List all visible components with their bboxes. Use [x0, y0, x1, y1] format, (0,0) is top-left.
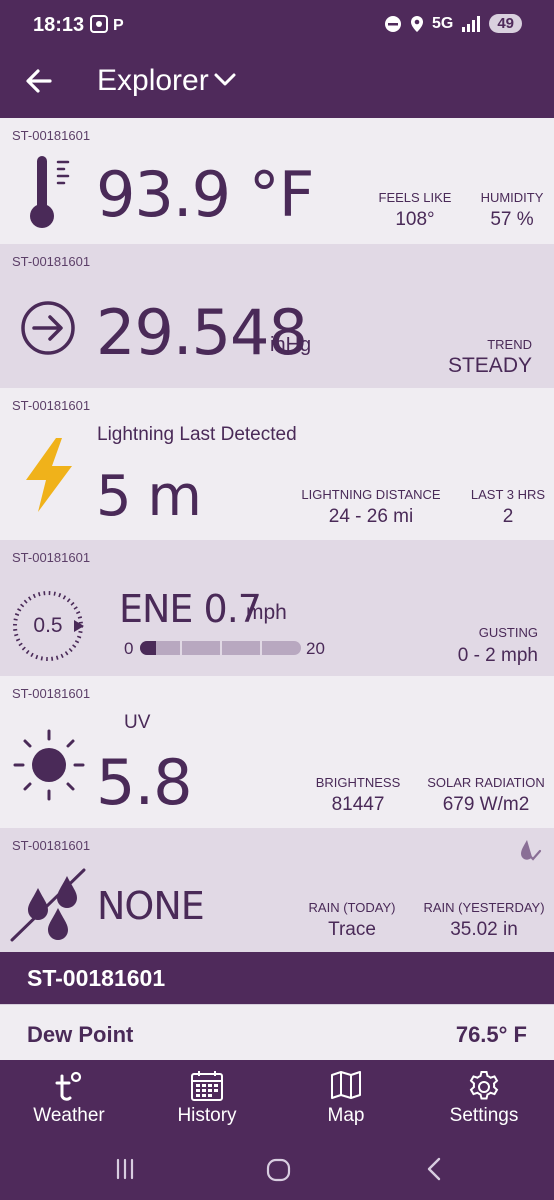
- nav-history-label: History: [177, 1105, 237, 1126]
- gusting-value: 0 - 2 mph: [457, 645, 538, 666]
- nav-settings[interactable]: Settings: [424, 1060, 544, 1140]
- status-right: 5G 49: [384, 14, 522, 33]
- nav-settings-label: Settings: [449, 1105, 519, 1126]
- pressure-value: 29.548: [96, 296, 308, 369]
- wind-scale-min: 0: [124, 639, 134, 658]
- nav-history[interactable]: History: [147, 1060, 267, 1140]
- temperature-card[interactable]: ST-00181601 93.9 °F FEELS LIKE 108° HUMI…: [0, 118, 554, 244]
- map-icon: [331, 1071, 361, 1099]
- app-bar: Explorer: [0, 52, 554, 118]
- wind-gust-bar: [140, 641, 301, 655]
- station-id: ST-00181601: [12, 128, 91, 143]
- svg-text:P: P: [113, 17, 124, 34]
- wind-bar-divider: [260, 641, 262, 655]
- wind-gust-fill: [140, 641, 157, 655]
- chevron-down-icon[interactable]: [213, 70, 237, 90]
- wind-bar-divider: [180, 641, 182, 655]
- nav-weather-label: Weather: [33, 1105, 105, 1126]
- status-bar: 18:13 P 5G 49: [0, 0, 554, 52]
- device-section-header: ST-00181601: [0, 952, 554, 1004]
- pressure-trend-arrow-icon: [21, 301, 75, 355]
- calendar-icon: [191, 1071, 223, 1101]
- temperature-value: 93.9 °F: [96, 158, 314, 231]
- station-id: ST-00181601: [12, 838, 91, 853]
- tempest-logo-icon: [55, 1071, 82, 1101]
- uv-card[interactable]: ST-00181601 UV 5.8 BRIGHTNESS 81447 SOLA…: [0, 676, 554, 828]
- status-time: 18:13: [33, 14, 85, 36]
- pressure-unit: inHg: [270, 334, 312, 356]
- back-nav-icon[interactable]: [424, 1156, 444, 1182]
- wind-dial-value: 0.5: [33, 614, 63, 637]
- uv-value: 5.8: [96, 746, 193, 819]
- nav-weather[interactable]: Weather: [9, 1060, 129, 1140]
- rain-today-label: RAIN (TODAY): [308, 900, 396, 915]
- lightning-caption: Lightning Last Detected: [97, 424, 297, 445]
- last-3-hrs-value: 2: [502, 506, 514, 527]
- feels-like-label: FEELS LIKE: [378, 190, 452, 205]
- rain-yesterday-label: RAIN (YESTERDAY): [423, 900, 545, 915]
- rain-today-value: Trace: [328, 919, 376, 940]
- last-3-hrs-label: LAST 3 HRS: [470, 487, 546, 502]
- dew-point-label: Dew Point: [27, 1022, 134, 1047]
- gusting-label: GUSTING: [478, 625, 538, 640]
- rain-drops-icon: [10, 868, 86, 942]
- signal-icon: [462, 15, 481, 32]
- station-id: ST-00181601: [12, 398, 91, 413]
- wind-direction-dial: 0.5: [12, 590, 84, 662]
- dew-point-value: 76.5° F: [455, 1022, 527, 1047]
- uv-caption: UV: [124, 712, 151, 733]
- network-type: 5G: [431, 14, 454, 32]
- status-notification-icons: P: [90, 14, 134, 39]
- lightning-distance-label: LIGHTNING DISTANCE: [301, 487, 441, 502]
- humidity-label: HUMIDITY: [480, 190, 544, 205]
- system-navigation-bar: [0, 1140, 554, 1200]
- nav-map[interactable]: Map: [286, 1060, 406, 1140]
- solar-radiation-value: 679 W/m2: [442, 794, 530, 815]
- screenshot-icon: P: [90, 15, 124, 34]
- dnd-icon: [384, 15, 401, 32]
- station-id: ST-00181601: [12, 686, 91, 701]
- nav-map-label: Map: [327, 1105, 365, 1126]
- wind-bar-divider: [220, 641, 222, 655]
- solar-radiation-label: SOLAR RADIATION: [427, 775, 545, 790]
- brightness-label: BRIGHTNESS: [315, 775, 401, 790]
- bottom-navigation: Weather History Map Settings: [0, 1060, 554, 1140]
- lightning-distance-value: 24 - 26 mi: [328, 506, 414, 527]
- pressure-card[interactable]: ST-00181601 29.548 inHg TREND STEADY: [0, 244, 554, 388]
- trend-value: STEADY: [447, 354, 532, 377]
- gear-icon: [469, 1071, 499, 1100]
- recent-apps-icon[interactable]: [114, 1158, 136, 1180]
- rain-value: NONE: [97, 884, 205, 928]
- home-icon[interactable]: [266, 1158, 292, 1182]
- device-name: ST-00181601: [27, 965, 166, 991]
- trend-label: TREND: [487, 337, 532, 352]
- humidity-value: 57 %: [490, 209, 534, 230]
- arrow-left-icon[interactable]: [24, 64, 54, 98]
- battery-indicator: 49: [489, 14, 522, 33]
- wind-unit: mph: [246, 601, 287, 624]
- thermometer-icon: [30, 156, 70, 228]
- rain-check-icon: [521, 840, 542, 861]
- rain-card[interactable]: ST-00181601 NONE RAIN (TODAY) Trace RAIN…: [0, 828, 554, 952]
- station-id: ST-00181601: [12, 550, 91, 565]
- wind-direction-speed: ENE 0.7: [119, 587, 262, 631]
- brightness-value: 81447: [331, 794, 385, 815]
- page-title[interactable]: Explorer: [97, 64, 209, 98]
- feels-like-value: 108°: [395, 209, 435, 230]
- lightning-bolt-icon: [26, 438, 72, 512]
- rain-yesterday-value: 35.02 in: [450, 919, 518, 940]
- station-id: ST-00181601: [12, 254, 91, 269]
- location-icon: [410, 15, 423, 32]
- wind-scale-max: 20: [306, 639, 325, 658]
- lightning-value: 5 m: [96, 464, 202, 529]
- lightning-card[interactable]: ST-00181601 Lightning Last Detected 5 m …: [0, 388, 554, 540]
- sun-icon: [13, 729, 85, 801]
- wind-card[interactable]: ST-00181601 0.5 ENE 0.7 mph 0 20 GUSTING…: [0, 540, 554, 676]
- dew-point-row[interactable]: Dew Point 76.5° F: [0, 1004, 554, 1060]
